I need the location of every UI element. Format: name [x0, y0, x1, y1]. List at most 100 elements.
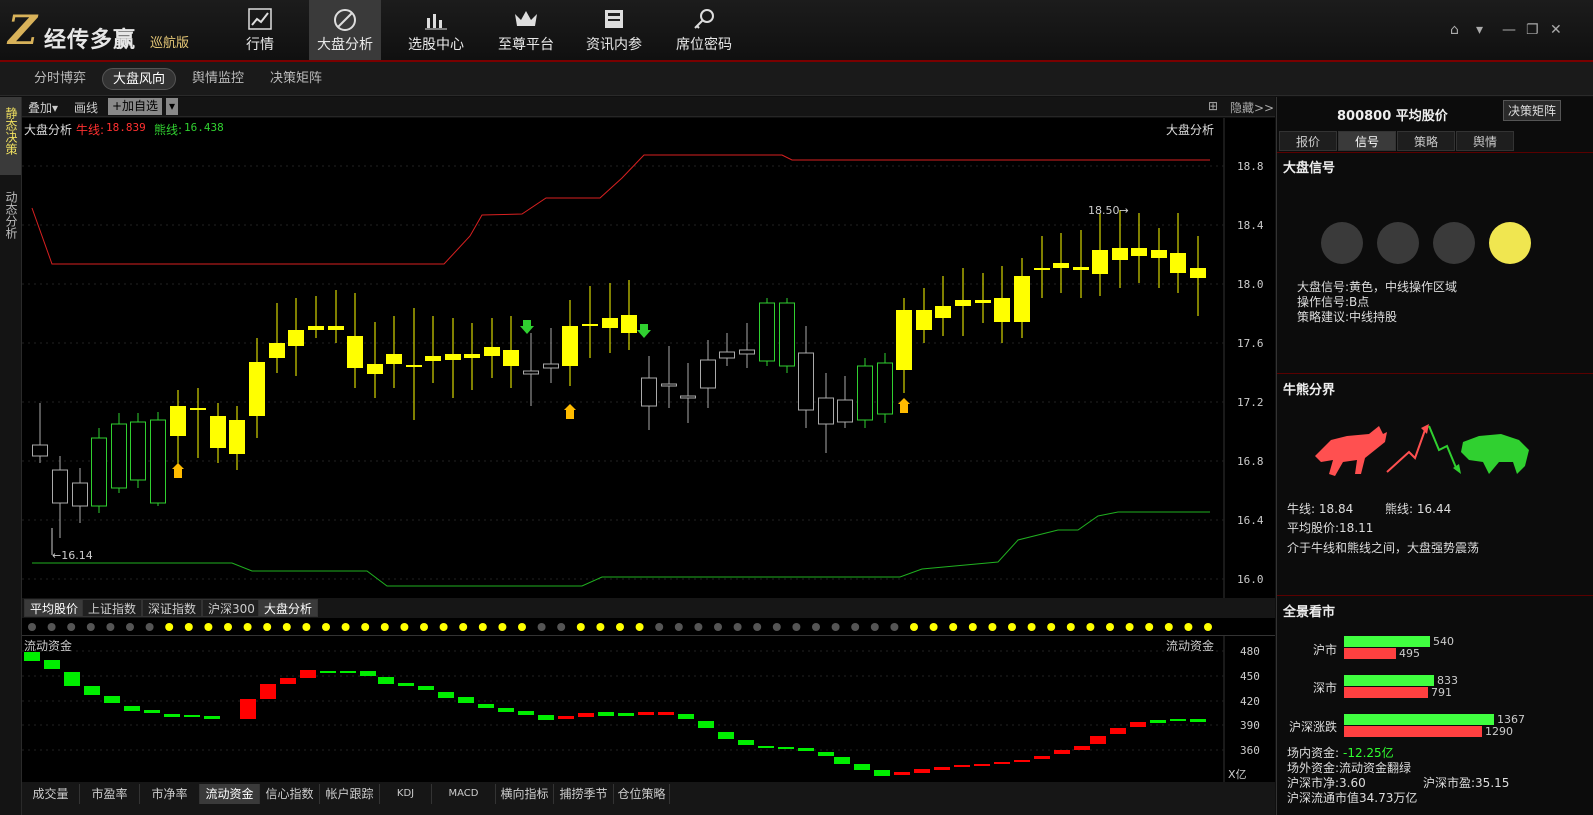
minimize-icon[interactable]: — — [1502, 22, 1516, 38]
tab-confidence[interactable]: 信心指数 — [260, 784, 320, 804]
sh-down-value: 495 — [1399, 647, 1420, 660]
signal-dot — [28, 623, 36, 631]
flow-bar — [458, 697, 474, 703]
candle-body — [1014, 276, 1030, 322]
signal-title: 大盘信号 — [1283, 161, 1336, 176]
flow-bar — [24, 652, 40, 661]
tab-market-direction[interactable]: 大盘风向 — [102, 68, 177, 90]
candle-body — [406, 365, 422, 367]
tab-liquidity[interactable]: 流动资金 — [200, 784, 260, 804]
y-tick-label: 420 — [1240, 695, 1260, 708]
tab-horizontal[interactable]: 横向指标 — [496, 784, 554, 804]
nav-news[interactable]: 资讯内参 — [578, 0, 650, 60]
signal-dot — [106, 623, 115, 631]
flow-bar — [558, 716, 574, 719]
tab-avg-price[interactable]: 平均股价 — [24, 599, 85, 617]
tab-sentiment[interactable]: 舆情监控 — [182, 68, 254, 90]
tab-pb[interactable]: 市净率 — [140, 784, 200, 804]
watchlist-dropdown-icon[interactable]: ▾ — [166, 98, 178, 115]
buy-marker — [566, 410, 574, 419]
flow-bar — [798, 748, 814, 751]
signal-dot — [145, 623, 154, 631]
nav-seat-code[interactable]: 席位密码 — [668, 0, 740, 60]
signal-dot — [1125, 623, 1134, 631]
tab-strategy[interactable]: 策略 — [1397, 131, 1455, 151]
market-label-all: 沪深涨跌 — [1289, 720, 1338, 734]
signal-dot — [635, 623, 644, 631]
signal-dot — [694, 623, 703, 631]
signal-dot — [322, 623, 330, 631]
signal-dot — [772, 623, 781, 631]
tab-sz-index[interactable]: 深证指数 — [142, 599, 203, 617]
flow-bar — [874, 770, 890, 776]
main-kline-chart[interactable]: 大盘分析 牛线: 18.839 熊线: 16.438 大盘分析 18.8 18.4… — [22, 118, 1275, 598]
liquidity-chart[interactable]: 流动资金 流动资金 480 450 420 390 360 X亿 — [22, 636, 1275, 782]
nav-label: 大盘分析 — [317, 37, 373, 53]
sz-up-bar — [1344, 675, 1434, 686]
tab-decision-matrix[interactable]: 决策矩阵 — [260, 68, 332, 90]
tab-market-analysis[interactable]: 大盘分析 — [258, 599, 319, 617]
side-tab-static[interactable]: 静态决策 — [0, 97, 21, 175]
overlay-button[interactable]: 叠加▾ — [28, 99, 58, 116]
signal-dot — [263, 623, 272, 631]
signal-dot — [47, 623, 56, 631]
tab-opinion[interactable]: 舆情 — [1456, 131, 1514, 151]
market-label-sz: 深市 — [1313, 681, 1338, 695]
tab-sh-index[interactable]: 上证指数 — [82, 599, 143, 617]
nav-premium[interactable]: 至尊平台 — [490, 0, 562, 60]
nav-market[interactable]: 行情 — [225, 0, 295, 60]
candle-body — [562, 326, 578, 366]
tab-kdj[interactable]: KDJ — [380, 784, 432, 804]
tab-intraday[interactable]: 分时博弈 — [24, 68, 96, 90]
candle-body — [111, 423, 127, 489]
candle-body — [1151, 250, 1167, 258]
tab-season[interactable]: 捕捞季节 — [554, 784, 614, 804]
buy-arrow-icon — [564, 404, 576, 410]
sell-marker — [640, 324, 648, 330]
add-watchlist-button[interactable]: +加自选 — [108, 98, 163, 115]
nav-market-analysis[interactable]: 大盘分析 — [309, 0, 381, 60]
dropdown-icon[interactable]: ▾ — [1476, 22, 1483, 38]
hide-button[interactable]: 隐藏>> — [1230, 99, 1274, 116]
signal-dot — [714, 623, 722, 631]
flow-bar — [778, 747, 794, 749]
buy-arrow-icon — [898, 398, 910, 404]
y-tick-label: 16.8 — [1237, 455, 1264, 468]
tab-signal[interactable]: 信号 — [1338, 131, 1396, 151]
candle-body — [190, 408, 206, 410]
layout-icon[interactable]: ⊞ — [1208, 99, 1218, 113]
candle-body — [91, 437, 107, 507]
tab-volume[interactable]: 成交量 — [22, 784, 80, 804]
candle-body — [582, 324, 598, 326]
tab-macd[interactable]: MACD — [432, 784, 496, 804]
decision-matrix-button[interactable]: 决策矩阵 — [1503, 100, 1562, 121]
signal-dot — [341, 623, 350, 631]
sh-up-value: 540 — [1433, 635, 1454, 648]
bull-line — [31, 154, 1210, 265]
signal-dot — [988, 623, 997, 631]
tab-quote[interactable]: 报价 — [1279, 131, 1337, 151]
restore-icon[interactable]: ❐ — [1526, 22, 1539, 38]
flow-bar — [340, 671, 356, 673]
candle-body — [994, 298, 1010, 322]
nav-label: 资讯内参 — [586, 37, 642, 53]
y-tick-label: 16.0 — [1237, 573, 1264, 586]
tab-position[interactable]: 仓位策略 — [614, 784, 670, 804]
top-bar: Z 经传多赢 巡航版 行情 大盘分析 选股中心 至尊平台 资讯内参 席位密码 ⌂… — [0, 0, 1593, 62]
tab-hs300[interactable]: 沪深300 — [202, 599, 261, 617]
buy-marker — [900, 404, 908, 413]
home-icon[interactable]: ⌂ — [1450, 22, 1459, 38]
buy-marker — [174, 469, 182, 478]
nav-stock-picker[interactable]: 选股中心 — [400, 0, 472, 60]
tab-account[interactable]: 帐户跟踪 — [320, 784, 380, 804]
flow-bar — [598, 712, 614, 716]
close-icon[interactable]: ✕ — [1550, 22, 1562, 38]
flow-bar — [954, 765, 970, 767]
signal-dot — [1086, 623, 1095, 631]
candle-body — [1170, 253, 1186, 273]
candle-body — [308, 326, 324, 330]
draw-line-button[interactable]: 画线 — [74, 99, 98, 116]
tab-pe[interactable]: 市盈率 — [80, 784, 140, 804]
flow-bar — [914, 769, 930, 773]
side-tab-dynamic[interactable]: 动态分析 — [0, 181, 21, 259]
